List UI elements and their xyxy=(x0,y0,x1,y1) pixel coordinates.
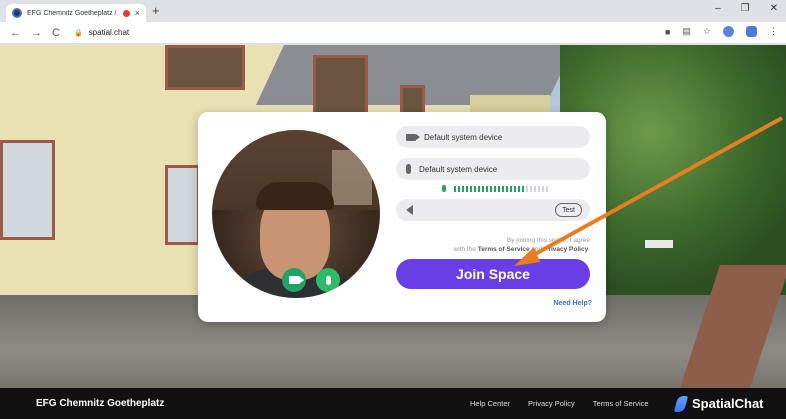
speaker-select[interactable]: Test xyxy=(396,199,590,221)
terms-prefix: with the xyxy=(453,246,478,253)
join-space-button[interactable]: Join Space xyxy=(396,259,590,289)
preview-window xyxy=(332,150,372,205)
camera-device-label: Default system device xyxy=(424,132,503,142)
terms-and: and xyxy=(529,246,545,253)
speaker-test-button[interactable]: Test xyxy=(555,203,582,217)
menu-dots-icon[interactable]: ⋮ xyxy=(769,26,778,37)
mic-level-bar xyxy=(470,185,472,192)
camera-extension-icon[interactable]: ■ xyxy=(665,27,670,37)
mic-level-bar xyxy=(506,185,508,192)
building-window xyxy=(165,165,200,245)
mic-level-bar xyxy=(530,185,532,192)
mic-level-bar xyxy=(546,185,548,192)
close-window-button[interactable]: ✕ xyxy=(770,3,778,14)
mic-level-bar xyxy=(482,185,484,192)
camera-select[interactable]: Default system device xyxy=(396,126,590,148)
privacy-policy-link[interactable]: Privacy Policy xyxy=(544,246,588,253)
tab-title: EFG Chemnitz Goetheplatz / xyxy=(27,9,117,17)
mic-level-bar xyxy=(478,185,480,192)
mic-level-bar xyxy=(542,185,544,192)
tab-close-icon[interactable]: × xyxy=(135,8,140,18)
camera-preview xyxy=(212,130,380,298)
mic-level-bar xyxy=(534,185,536,192)
help-center-link[interactable]: Help Center xyxy=(470,399,510,408)
preview-hair xyxy=(256,182,334,210)
terms-of-service-footer-link[interactable]: Terms of Service xyxy=(593,399,649,408)
microphone-icon xyxy=(325,275,331,285)
minimize-button[interactable]: – xyxy=(715,3,721,14)
back-button[interactable]: ← xyxy=(10,27,21,39)
mic-level-bar xyxy=(514,185,516,192)
terms-notice: By joining this space, I agree with the … xyxy=(396,236,591,254)
shield-extension-icon[interactable] xyxy=(746,26,757,37)
url-field[interactable]: 🔒 spatial.chat xyxy=(74,28,129,37)
terms-of-service-link[interactable]: Terms of Service xyxy=(478,246,530,253)
footer-links: Help Center Privacy Policy Terms of Serv… xyxy=(470,399,649,408)
mic-level-bar xyxy=(466,185,468,192)
mic-level-bar xyxy=(494,185,496,192)
url-text: spatial.chat xyxy=(88,28,130,37)
building-window xyxy=(400,85,425,115)
new-tab-button[interactable]: + xyxy=(152,3,160,18)
microphone-select[interactable]: Default system device xyxy=(396,158,590,180)
space-name: EFG Chemnitz Goetheplatz xyxy=(36,398,165,409)
maximize-button[interactable]: ❐ xyxy=(741,3,750,14)
spatialchat-logo-icon xyxy=(673,395,689,412)
mic-level-bar xyxy=(522,185,524,192)
mic-level-bar xyxy=(502,185,504,192)
terms-suffix: . xyxy=(588,246,590,253)
mic-level-bar xyxy=(458,185,460,192)
mic-level-bar xyxy=(474,185,476,192)
cast-icon[interactable]: ▤ xyxy=(682,26,691,37)
spatialchat-logo[interactable]: SpatialChat xyxy=(673,395,764,412)
recording-indicator-icon xyxy=(122,9,130,17)
profile-extension-icon[interactable] xyxy=(723,26,734,37)
page-footer: EFG Chemnitz Goetheplatz Help Center Pri… xyxy=(0,388,786,419)
mic-level-bar xyxy=(526,185,528,192)
need-help-link[interactable]: Need Help? xyxy=(553,300,592,307)
mic-level-bar xyxy=(538,185,540,192)
mic-level-meter xyxy=(442,185,548,192)
building-window xyxy=(0,140,55,240)
mic-level-bar xyxy=(462,185,464,192)
forward-button[interactable]: → xyxy=(31,27,42,39)
terms-line-1: By joining this space, I agree xyxy=(506,237,590,244)
mic-level-bar xyxy=(454,185,456,192)
mic-device-label: Default system device xyxy=(419,164,498,174)
mic-level-bar xyxy=(498,185,500,192)
lock-icon: 🔒 xyxy=(73,29,83,37)
building-window xyxy=(165,45,245,90)
toggle-camera-button[interactable] xyxy=(282,268,306,292)
camera-icon xyxy=(288,276,304,284)
microphone-icon xyxy=(406,164,411,174)
brand-name: SpatialChat xyxy=(692,396,764,411)
mic-level-icon xyxy=(442,185,446,192)
bookmark-star-icon[interactable]: ☆ xyxy=(703,26,711,37)
bench xyxy=(645,240,673,248)
browser-tab[interactable]: EFG Chemnitz Goetheplatz / × xyxy=(6,4,146,22)
mic-level-bar xyxy=(510,185,512,192)
privacy-policy-footer-link[interactable]: Privacy Policy xyxy=(528,399,575,408)
toggle-mic-button[interactable] xyxy=(316,268,340,292)
join-space-dialog: Default system device Default system dev… xyxy=(198,112,606,322)
window-controls: – ❐ ✕ xyxy=(715,3,778,14)
video-camera-icon xyxy=(406,133,420,141)
mic-level-bar xyxy=(518,185,520,192)
browser-extensions: ■ ▤ ☆ ⋮ xyxy=(665,26,778,37)
speaker-icon xyxy=(406,205,413,215)
reload-button[interactable]: C xyxy=(52,27,60,39)
browser-tab-bar: EFG Chemnitz Goetheplatz / × + – ❐ ✕ xyxy=(0,0,786,22)
site-favicon-icon xyxy=(12,8,22,18)
terms-line-2: with the Terms of Service and Privacy Po… xyxy=(396,245,591,254)
mic-level-bar xyxy=(486,185,488,192)
mic-level-bar xyxy=(490,185,492,192)
